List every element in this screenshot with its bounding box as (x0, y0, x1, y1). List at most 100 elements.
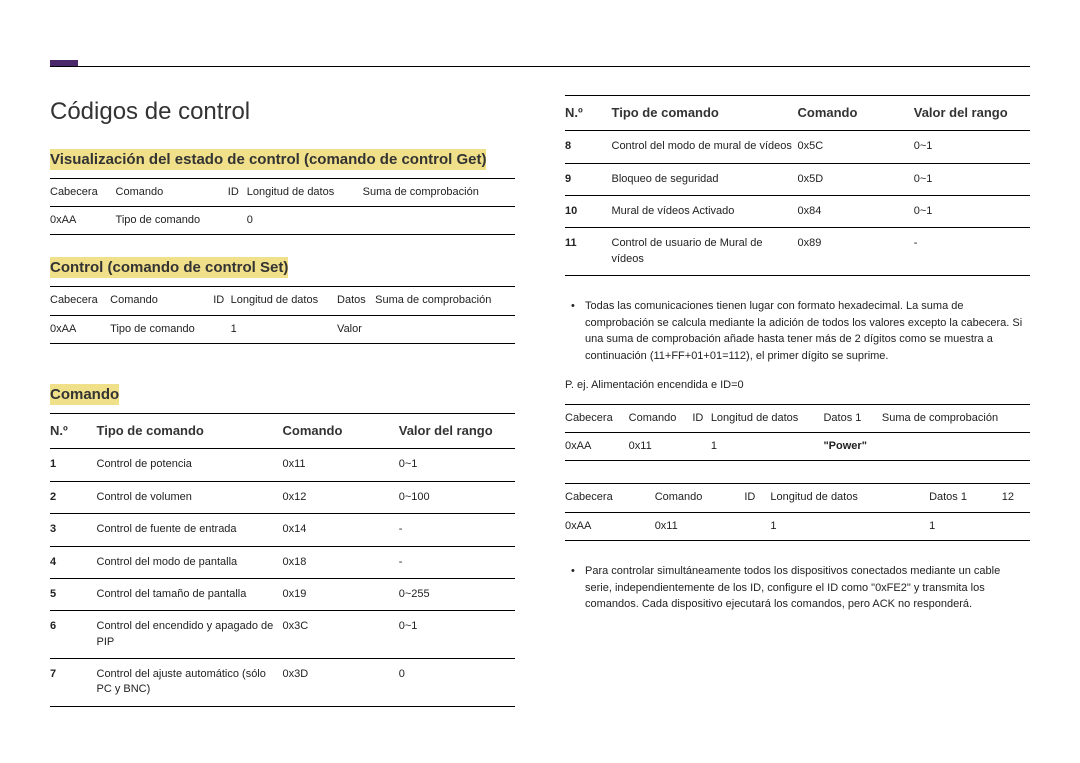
td: 9 (565, 163, 612, 195)
th: Comando (629, 404, 693, 432)
td: 3 (50, 514, 97, 546)
th: ID (228, 178, 247, 206)
td-power: "Power" (823, 432, 881, 460)
td: 0xAA (565, 512, 655, 540)
th: Longitud de datos (711, 404, 824, 432)
td: 0x84 (798, 195, 914, 227)
td: - (914, 228, 1030, 276)
td (882, 432, 1030, 460)
td: 1 (770, 512, 929, 540)
td: Control de fuente de entrada (97, 514, 283, 546)
td: 1 (231, 315, 337, 343)
table-set: Cabecera Comando ID Longitud de datos Da… (50, 286, 515, 344)
section-comando-title: Comando (50, 384, 119, 405)
th: Comando (655, 484, 745, 512)
td: 0x11 (629, 432, 693, 460)
bullet-2: Para controlar simultáneamente todos los… (565, 563, 1030, 613)
td: Control del ajuste automático (sólo PC y… (97, 659, 283, 707)
th: Comando (798, 96, 914, 131)
th: Datos 1 (929, 484, 1002, 512)
th: Comando (110, 287, 213, 315)
td: 1 (50, 449, 97, 481)
table-row: 3Control de fuente de entrada0x14- (50, 514, 515, 546)
td: 0x18 (283, 546, 399, 578)
bullet-list-2: Para controlar simultáneamente todos los… (565, 563, 1030, 613)
td: 0 (399, 659, 515, 707)
example-table-1: Cabecera Comando ID Longitud de datos Da… (565, 404, 1030, 462)
example-table-2: Cabecera Comando ID Longitud de datos Da… (565, 483, 1030, 541)
th: ID (213, 287, 230, 315)
td: 5 (50, 578, 97, 610)
td: Mural de vídeos Activado (612, 195, 798, 227)
td: 0~100 (399, 481, 515, 513)
th: Tipo de comando (612, 96, 798, 131)
th: Valor del rango (914, 96, 1030, 131)
td: 11 (565, 228, 612, 276)
table-row: 11Control de usuario de Mural de vídeos0… (565, 228, 1030, 276)
td: Valor (337, 315, 375, 343)
table-commands-left: N.º Tipo de comando Comando Valor del ra… (50, 413, 515, 707)
th: Suma de comprobación (375, 287, 515, 315)
td (213, 315, 230, 343)
td: 0x11 (655, 512, 745, 540)
table-row: 6Control del encendido y apagado de PIP0… (50, 611, 515, 659)
td: 0x3D (283, 659, 399, 707)
table-row: 2Control de volumen0x120~100 (50, 481, 515, 513)
table-row: 10Mural de vídeos Activado0x840~1 (565, 195, 1030, 227)
td: Control de volumen (97, 481, 283, 513)
td: 0~1 (399, 449, 515, 481)
table-commands-right: N.º Tipo de comando Comando Valor del ra… (565, 95, 1030, 276)
th: Longitud de datos (770, 484, 929, 512)
th: Longitud de datos (231, 287, 337, 315)
td (692, 432, 710, 460)
td: 0xAA (50, 206, 116, 234)
td: 0x5C (798, 131, 914, 163)
td: 1 (711, 432, 824, 460)
th: Cabecera (50, 178, 116, 206)
section-get-title: Visualización del estado de control (com… (50, 149, 486, 170)
th: Valor del rango (399, 414, 515, 449)
left-column: Códigos de control Visualización del est… (50, 95, 515, 729)
td: 7 (50, 659, 97, 707)
td: 4 (50, 546, 97, 578)
td: 0x11 (283, 449, 399, 481)
td: Control de potencia (97, 449, 283, 481)
td: 0x89 (798, 228, 914, 276)
td: Tipo de comando (116, 206, 228, 234)
th: N.º (565, 96, 612, 131)
td: 0~1 (914, 163, 1030, 195)
td: Tipo de comando (110, 315, 213, 343)
td: Control del tamaño de pantalla (97, 578, 283, 610)
table-row: 4Control del modo de pantalla0x18- (50, 546, 515, 578)
th: Longitud de datos (247, 178, 363, 206)
th: Cabecera (565, 404, 629, 432)
td: 6 (50, 611, 97, 659)
td (744, 512, 770, 540)
td: 0~1 (914, 131, 1030, 163)
td: Bloqueo de seguridad (612, 163, 798, 195)
th: ID (744, 484, 770, 512)
th: Suma de comprobación (882, 404, 1030, 432)
td: 0xAA (565, 432, 629, 460)
td: 1 (929, 512, 1002, 540)
td: 0~1 (914, 195, 1030, 227)
td: 0x3C (283, 611, 399, 659)
td: Control del modo de mural de vídeos (612, 131, 798, 163)
td: 0x14 (283, 514, 399, 546)
header-rule (50, 66, 1030, 67)
td: 2 (50, 481, 97, 513)
td: 0x19 (283, 578, 399, 610)
td: - (399, 514, 515, 546)
td: Control del modo de pantalla (97, 546, 283, 578)
td: 0x5D (798, 163, 914, 195)
td (363, 206, 515, 234)
td: 0~255 (399, 578, 515, 610)
td: - (399, 546, 515, 578)
th: Cabecera (50, 287, 110, 315)
page-title: Códigos de control (50, 95, 515, 129)
td: Control del encendido y apagado de PIP (97, 611, 283, 659)
table-row: 9Bloqueo de seguridad0x5D0~1 (565, 163, 1030, 195)
table-get: Cabecera Comando ID Longitud de datos Su… (50, 178, 515, 236)
th: 12 (1002, 484, 1030, 512)
th: Tipo de comando (97, 414, 283, 449)
